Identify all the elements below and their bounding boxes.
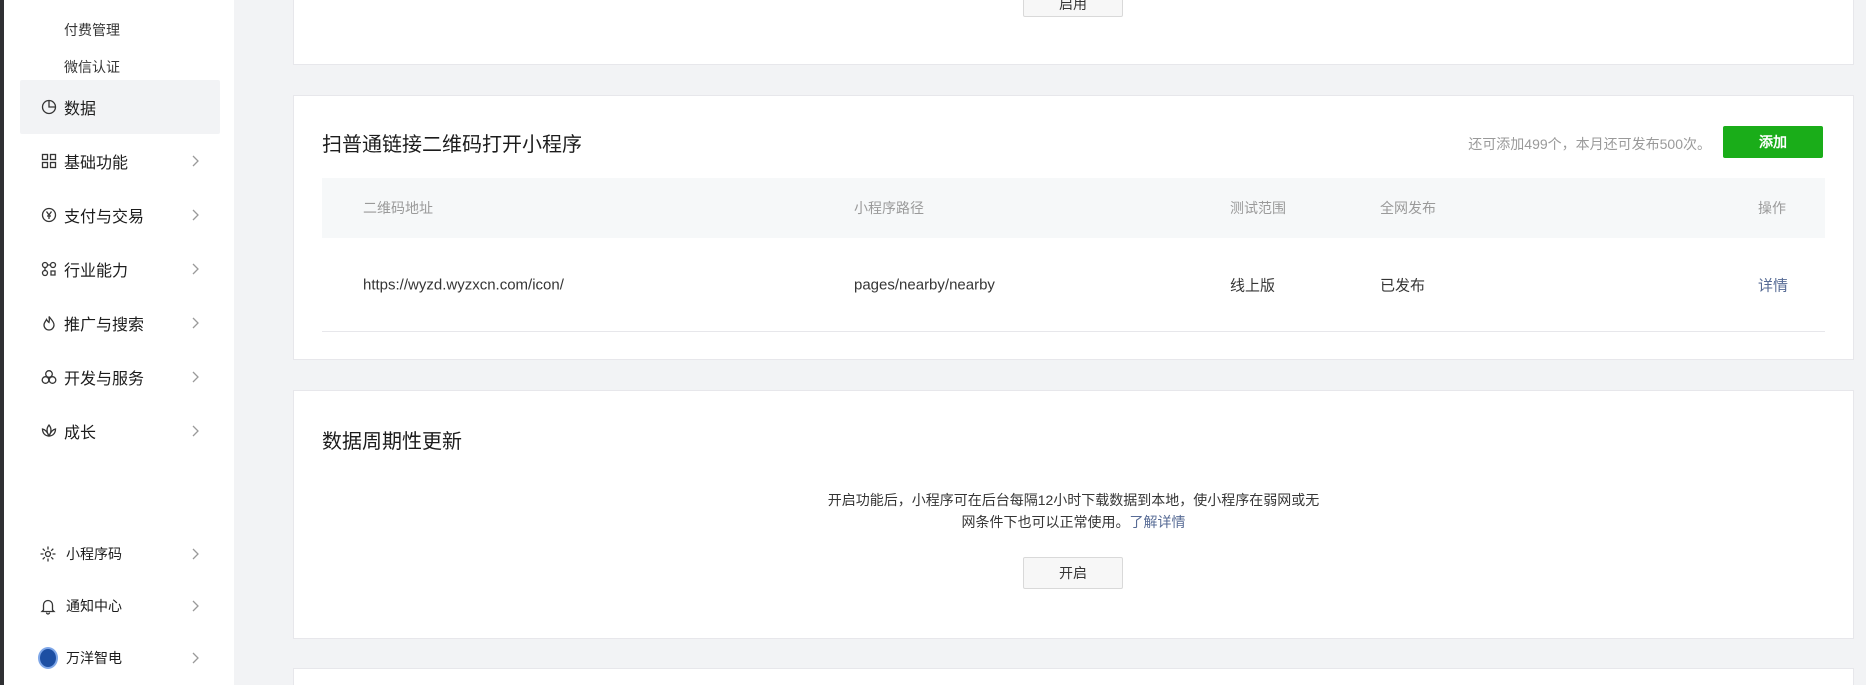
column-header: 测试范围: [1230, 200, 1286, 216]
qrcode-link-card: 扫普通链接二维码打开小程序 还可添加499个，本月还可发布500次。 添加 二维…: [293, 95, 1854, 360]
sidebar-item-notifications[interactable]: 通知中心: [20, 584, 220, 628]
sidebar-item-label: 通知中心: [66, 598, 122, 614]
sidebar-item-mini-program-code[interactable]: 小程序码: [20, 532, 220, 576]
chevron-right-icon: [188, 316, 202, 330]
details-link[interactable]: 详情: [1758, 274, 1788, 295]
description-line: 网条件下也可以正常使用。了解详情: [294, 511, 1853, 533]
chart-pie-icon: [40, 98, 58, 116]
sidebar-item-basic[interactable]: 基础功能: [20, 134, 220, 188]
sidebar-item-label: 小程序码: [66, 546, 122, 562]
sidebar-item-growth[interactable]: 成长: [20, 404, 220, 458]
account-name: 万洋智电: [66, 650, 122, 666]
sidebar-subitem-wechat-verify[interactable]: 微信认证: [64, 57, 120, 77]
card-title: 数据周期性更新: [322, 431, 462, 453]
enable-button[interactable]: 启用: [1023, 0, 1123, 17]
chevron-right-icon: [188, 599, 202, 613]
chevron-right-icon: [188, 547, 202, 561]
table-header: 二维码地址 小程序路径 测试范围 全网发布 操作: [322, 178, 1825, 238]
qrcode-table: 二维码地址 小程序路径 测试范围 全网发布 操作 https://wyzd.wy…: [322, 178, 1825, 332]
feature-description: 开启功能后，小程序可在后台每隔12小时下载数据到本地，使小程序在弱网或无 网条件…: [294, 489, 1853, 533]
chevron-right-icon: [188, 651, 202, 665]
sidebar-item-label: 支付与交易: [64, 209, 145, 226]
open-button[interactable]: 开启: [1023, 557, 1123, 589]
sidebar-item-label: 开发与服务: [64, 371, 145, 388]
grid-icon: [40, 152, 58, 170]
periodic-update-card: 数据周期性更新 开启功能后，小程序可在后台每隔12小时下载数据到本地，使小程序在…: [293, 390, 1854, 639]
sidebar-item-label: 推广与搜索: [64, 317, 145, 334]
mini-program-path: pages/nearby/nearby: [854, 276, 995, 293]
top-card: 启用: [293, 0, 1854, 65]
avatar: [38, 647, 58, 669]
next-card: [293, 668, 1854, 685]
sidebar-item-account[interactable]: 万洋智电: [20, 636, 220, 680]
quota-text: 还可添加499个，本月还可发布500次。: [1468, 136, 1711, 152]
publish-status: 已发布: [1380, 277, 1426, 294]
lotus-icon: [40, 422, 58, 440]
chevron-right-icon: [188, 208, 202, 222]
sidebar-item-label: 成长: [64, 425, 97, 442]
sidebar-item-payment[interactable]: 支付与交易: [20, 188, 220, 242]
add-button[interactable]: 添加: [1723, 126, 1823, 158]
sidebar-item-dev-services[interactable]: 开发与服务: [20, 350, 220, 404]
nodes-icon: [40, 260, 58, 278]
sidebar-item-label: 行业能力: [64, 263, 129, 280]
sidebar-item-data[interactable]: 数据: [20, 80, 220, 134]
column-header: 操作: [1758, 200, 1786, 216]
sidebar-item-label: 数据: [64, 101, 97, 118]
qrcode-url: https://wyzd.wyzxcn.com/icon/: [363, 276, 564, 293]
chevron-right-icon: [188, 424, 202, 438]
sidebar-item-industry[interactable]: 行业能力: [20, 242, 220, 296]
chevron-right-icon: [188, 370, 202, 384]
circles-icon: [40, 368, 58, 386]
description-line: 开启功能后，小程序可在后台每隔12小时下载数据到本地，使小程序在弱网或无: [827, 492, 1320, 508]
description-text: 网条件下也可以正常使用。: [961, 514, 1130, 530]
flame-icon: [40, 314, 58, 332]
chevron-right-icon: [188, 154, 202, 168]
bell-icon: [38, 596, 58, 616]
sun-code-icon: [38, 544, 58, 564]
table-row: https://wyzd.wyzxcn.com/icon/ pages/near…: [322, 238, 1825, 332]
learn-more-link[interactable]: 了解详情: [1130, 514, 1186, 530]
sidebar-item-promotion[interactable]: 推广与搜索: [20, 296, 220, 350]
card-title: 扫普通链接二维码打开小程序: [322, 134, 582, 156]
column-header: 二维码地址: [363, 200, 433, 216]
yen-circle-icon: [40, 206, 58, 224]
sidebar-subitem-billing[interactable]: 付费管理: [64, 20, 120, 40]
test-scope: 线上版: [1230, 277, 1276, 294]
chevron-right-icon: [188, 262, 202, 276]
column-header: 全网发布: [1380, 200, 1436, 216]
sidebar-item-label: 基础功能: [64, 155, 129, 172]
sidebar: 付费管理 微信认证 数据 基础功能 支付与交易 行业能力 推广与搜索 开发与服务…: [4, 0, 234, 685]
column-header: 小程序路径: [854, 200, 924, 216]
